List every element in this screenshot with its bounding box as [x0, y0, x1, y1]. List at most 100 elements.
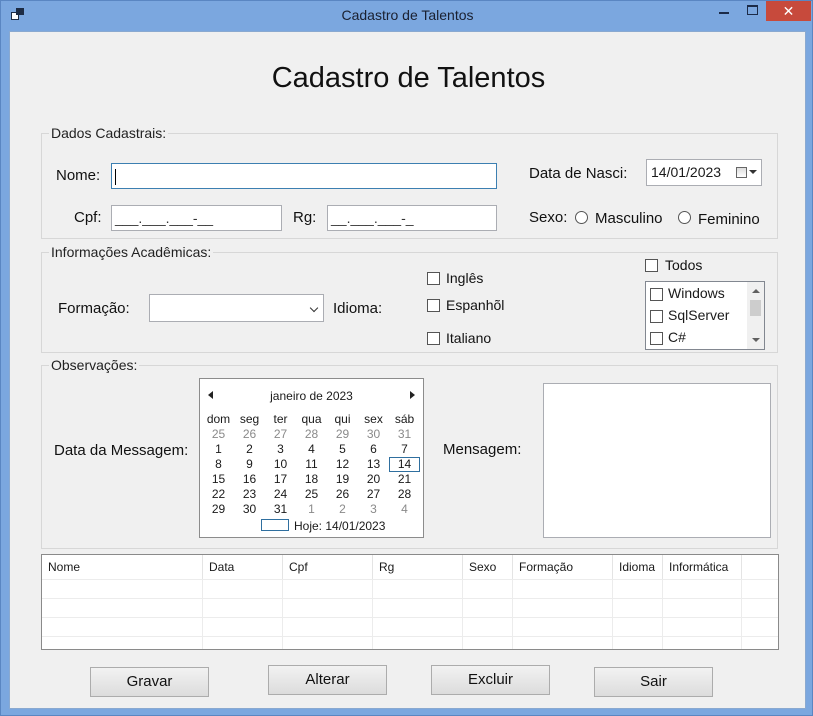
radio-masculino[interactable]	[575, 211, 588, 224]
checkbox-ingles-label[interactable]: Inglês	[446, 270, 483, 286]
calendar-day[interactable]: 11	[296, 457, 327, 472]
calendar-day[interactable]: 10	[265, 457, 296, 472]
calendar-day[interactable]: 26	[327, 487, 358, 502]
cpf-label: Cpf:	[74, 209, 102, 226]
calendar-day[interactable]: 3	[265, 442, 296, 457]
informatica-checked-list[interactable]: Windows SqlServer C#	[645, 281, 765, 350]
chevron-right-icon[interactable]	[410, 391, 415, 399]
calendar-day[interactable]: 7	[389, 442, 420, 457]
calendar-day[interactable]: 30	[358, 427, 389, 442]
grid-column-header[interactable]: Sexo	[463, 555, 513, 579]
calendar-day[interactable]: 9	[234, 457, 265, 472]
calendar-day[interactable]: 19	[327, 472, 358, 487]
table-row[interactable]	[42, 598, 778, 617]
checkbox-italiano[interactable]	[427, 332, 440, 345]
calendar-today-link[interactable]: Hoje: 14/01/2023	[294, 519, 385, 533]
scroll-down-icon[interactable]	[752, 338, 760, 342]
calendar-day[interactable]: 31	[389, 427, 420, 442]
calendar-weekday: sáb	[394, 412, 415, 426]
calendar-day[interactable]: 17	[265, 472, 296, 487]
calendar-day[interactable]: 3	[358, 502, 389, 517]
close-button[interactable]: ✕	[766, 1, 811, 21]
calendar-day[interactable]: 22	[203, 487, 234, 502]
calendar-day[interactable]: 16	[234, 472, 265, 487]
grid-column-header[interactable]: Informática	[663, 555, 742, 579]
grid-column-header[interactable]: Data	[203, 555, 283, 579]
maximize-button[interactable]	[739, 1, 765, 21]
calendar-day[interactable]: 25	[296, 487, 327, 502]
calendar-day[interactable]: 1	[296, 502, 327, 517]
nome-input[interactable]	[111, 163, 497, 189]
checkbox-sqlserver[interactable]	[650, 310, 663, 323]
alterar-button[interactable]: Alterar	[268, 665, 387, 695]
chevron-down-icon[interactable]	[749, 170, 757, 174]
calendar-day[interactable]: 23	[234, 487, 265, 502]
grid-column-header[interactable]: Formação	[513, 555, 613, 579]
gravar-button[interactable]: Gravar	[90, 667, 209, 697]
scroll-thumb[interactable]	[750, 300, 761, 316]
month-calendar[interactable]: janeiro de 2023 dom seg ter qua qui sex sáb 25 2…	[199, 378, 424, 538]
checkbox-italiano-label[interactable]: Italiano	[446, 330, 491, 346]
checkbox-espanhol-label[interactable]: Espanhõl	[446, 297, 504, 313]
grid-column-header[interactable]: Rg	[373, 555, 463, 579]
calendar-day[interactable]: 14	[389, 457, 420, 472]
calendar-day[interactable]: 5	[327, 442, 358, 457]
grid-column-header[interactable]: Nome	[42, 555, 203, 579]
list-scrollbar[interactable]	[747, 282, 764, 349]
calendar-day[interactable]: 31	[265, 502, 296, 517]
calendar-day[interactable]: 1	[203, 442, 234, 457]
calendar-day[interactable]: 18	[296, 472, 327, 487]
calendar-day[interactable]: 8	[203, 457, 234, 472]
calendar-day[interactable]: 13	[358, 457, 389, 472]
calendar-day[interactable]: 21	[389, 472, 420, 487]
calendar-day[interactable]: 25	[203, 427, 234, 442]
calendar-day[interactable]: 12	[327, 457, 358, 472]
table-row[interactable]	[42, 579, 778, 598]
calendar-day[interactable]: 20	[358, 472, 389, 487]
calendar-day[interactable]: 4	[296, 442, 327, 457]
excluir-button[interactable]: Excluir	[431, 665, 550, 695]
calendar-day[interactable]: 29	[203, 502, 234, 517]
rg-input[interactable]: __.___.___-_	[327, 205, 497, 231]
window-title: Cadastro de Talentos	[341, 7, 474, 23]
minimize-button[interactable]	[711, 1, 737, 21]
calendar-day[interactable]: 28	[296, 427, 327, 442]
checkbox-ingles[interactable]	[427, 272, 440, 285]
data-nasc-picker[interactable]: 14/01/2023	[646, 159, 762, 186]
table-row[interactable]	[42, 636, 778, 649]
calendar-day[interactable]: 27	[265, 427, 296, 442]
calendar-icon[interactable]	[736, 167, 747, 178]
calendar-day[interactable]: 2	[234, 442, 265, 457]
checkbox-todos-label[interactable]: Todos	[665, 257, 702, 273]
formacao-select[interactable]	[149, 294, 324, 322]
checkbox-csharp[interactable]	[650, 332, 663, 345]
talentos-grid[interactable]: Nome Data Cpf Rg Sexo Formação Idioma Informáti…	[41, 554, 779, 650]
checkbox-windows[interactable]	[650, 288, 663, 301]
radio-feminino[interactable]	[678, 211, 691, 224]
sair-button[interactable]: Sair	[594, 667, 713, 697]
radio-feminino-label[interactable]: Feminino	[698, 211, 760, 228]
today-marker-icon	[261, 519, 289, 531]
table-row[interactable]	[42, 617, 778, 636]
calendar-day[interactable]: 29	[327, 427, 358, 442]
grid-column-header[interactable]: Cpf	[283, 555, 373, 579]
title-bar[interactable]: Cadastro de Talentos ✕	[1, 1, 812, 31]
calendar-month-title[interactable]: janeiro de 2023	[200, 389, 423, 403]
scroll-up-icon[interactable]	[752, 289, 760, 293]
checkbox-espanhol[interactable]	[427, 299, 440, 312]
grid-column-header[interactable]: Idioma	[613, 555, 663, 579]
calendar-day[interactable]: 30	[234, 502, 265, 517]
calendar-day[interactable]: 15	[203, 472, 234, 487]
radio-masculino-label[interactable]: Masculino	[595, 210, 663, 227]
calendar-day[interactable]: 26	[234, 427, 265, 442]
checkbox-todos[interactable]	[645, 259, 658, 272]
calendar-day[interactable]: 6	[358, 442, 389, 457]
calendar-day[interactable]: 4	[389, 502, 420, 517]
cpf-input[interactable]: ___.___.___-__	[111, 205, 282, 231]
calendar-day[interactable]: 28	[389, 487, 420, 502]
calendar-day[interactable]: 27	[358, 487, 389, 502]
calendar-day[interactable]: 24	[265, 487, 296, 502]
calendar-day[interactable]: 2	[327, 502, 358, 517]
form-client-area: Cadastro de Talentos Dados Cadastrais: N…	[9, 31, 806, 709]
mensagem-textarea[interactable]	[543, 383, 771, 538]
